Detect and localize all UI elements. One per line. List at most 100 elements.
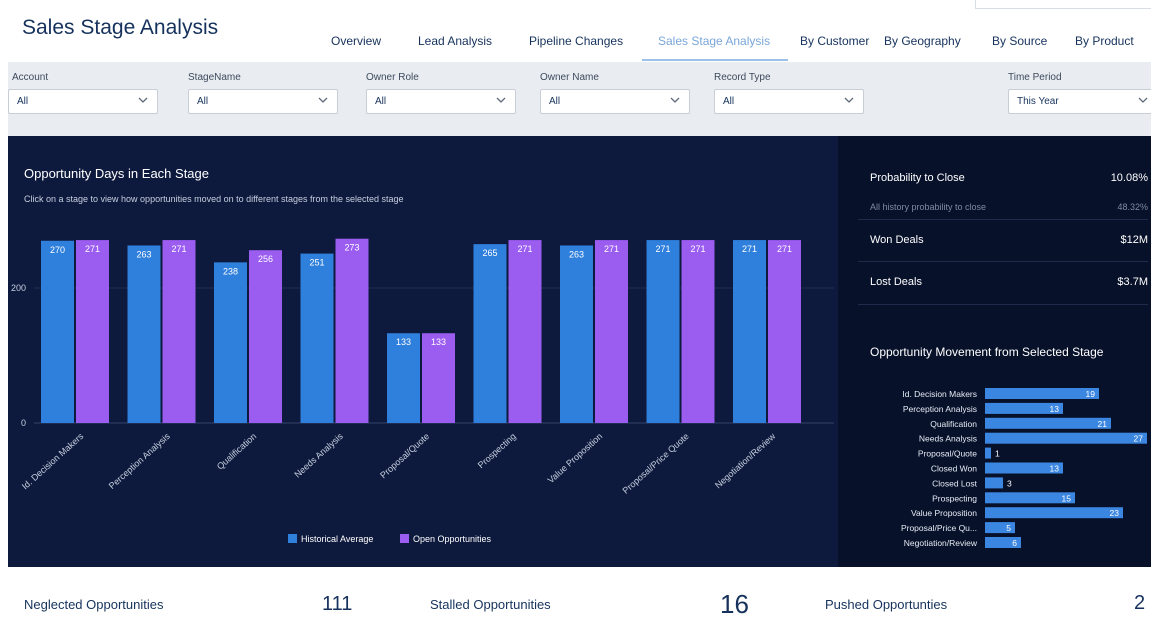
filter-value: This Year [1017,96,1059,107]
bar-historical-average[interactable] [41,240,74,423]
bar-historical-average[interactable] [733,240,766,423]
filter-label: Account [12,72,49,83]
legend-label: Historical Average [301,534,373,544]
movement-value: 6 [1012,538,1017,548]
tab-pipeline-changes[interactable]: Pipeline Changes [529,34,623,48]
y-tick-label: 200 [11,283,26,293]
filter-label: Owner Name [540,72,599,83]
chevron-down-icon [496,97,506,103]
bar-value-label: 271 [604,244,619,254]
dashboard: Sales Stage Analysis Overview Lead Analys… [0,0,1151,627]
movement-bar[interactable] [985,447,991,459]
bar-value-label: 271 [690,244,705,254]
movement-bar[interactable] [985,507,1123,519]
opportunity-days-chart: 0 200 270 271 Id. Decision Makers 263 271 Perce… [11,238,834,544]
bar-value-label: 238 [223,266,238,276]
bar-open-opportunities[interactable] [508,240,542,423]
chevron-down-icon [138,97,148,103]
movement-value: 15 [1062,493,1072,503]
filter-bar: Account All StageName All Owner Role All Owner… [8,62,1151,136]
legend-swatch [288,534,297,543]
movement-value: 3 [1007,478,1012,488]
filter-stagename: StageName All [188,70,338,114]
movement-value: 13 [1050,464,1060,474]
x-tick-label: Negotiation/Review [713,431,778,491]
filter-label: Owner Role [366,72,419,83]
chevron-down-icon [670,97,680,103]
bar-value-label: 271 [85,244,100,254]
tab-by-source[interactable]: By Source [992,34,1047,48]
filter-value: All [723,96,735,107]
tab-overview[interactable]: Overview [331,34,381,48]
filter-value: All [375,96,387,107]
filter-label: Record Type [714,72,771,83]
active-tab-indicator [642,59,788,61]
bar-value-label: 133 [396,337,411,347]
neglected-label: Neglected Opportunities [24,597,164,612]
x-tick-label: Proposal/Quote [378,431,431,480]
movement-label: Closed Lost [932,478,978,488]
legend-label: Open Opportunities [413,534,492,544]
tab-by-product[interactable]: By Product [1075,34,1134,48]
bar-open-opportunities[interactable] [162,240,196,423]
bar-open-opportunities[interactable] [335,238,369,423]
bar-open-opportunities[interactable] [249,250,282,423]
bar-historical-average[interactable] [473,244,507,423]
tab-by-customer[interactable]: By Customer [800,34,869,48]
tab-lead-analysis[interactable]: Lead Analysis [418,34,492,48]
opportunity-days-panel: Opportunity Days in Each Stage Click on … [8,136,838,567]
bar-historical-average[interactable] [646,240,680,423]
bar-historical-average[interactable] [214,262,247,423]
bar-open-opportunities[interactable] [76,240,109,423]
side-panel: Probability to Close 10.08% All history … [838,136,1151,567]
filter-select-owner-role[interactable]: All [366,89,516,114]
filter-select-owner-name[interactable]: All [540,89,690,114]
x-tick-label: Value Proposition [546,431,605,485]
filter-owner-name: Owner Name All [540,70,690,114]
filter-select-time-period[interactable]: This Year [1008,89,1151,114]
bar-value-label: 256 [258,254,273,264]
movement-label: Proposal/Price Qu... [901,523,977,533]
movement-label: Perception Analysis [903,404,977,414]
tab-sales-stage-analysis[interactable]: Sales Stage Analysis [658,34,770,48]
x-tick-label: Prospecting [476,431,518,470]
chevron-down-icon [318,97,328,103]
movement-bar[interactable] [985,417,1111,429]
bar-value-label: 263 [136,249,151,259]
filter-select-record-type[interactable]: All [714,89,864,114]
bar-historical-average[interactable] [127,245,161,423]
filter-value: All [197,96,209,107]
stalled-label: Stalled Opportunities [430,597,551,612]
bar-historical-average[interactable] [300,253,334,423]
movement-bar[interactable] [985,477,1003,489]
tab-by-geography[interactable]: By Geography [884,34,961,48]
filter-label: Time Period [1008,72,1062,83]
bar-open-opportunities[interactable] [595,240,628,423]
movement-bar[interactable] [985,432,1147,444]
bar-open-opportunities[interactable] [768,240,801,423]
x-tick-label: Qualification [215,431,259,472]
filter-select-stagename[interactable]: All [188,89,338,114]
movement-bar[interactable] [985,388,1099,399]
bar-historical-average[interactable] [560,245,593,423]
movement-value: 1 [995,449,1000,459]
filter-account: Account All [8,70,158,114]
x-tick-label: Needs Analysis [292,431,345,480]
bar-value-label: 271 [655,244,670,254]
filter-time-period: Time Period This Year [1008,70,1151,114]
movement-label: Needs Analysis [919,434,977,444]
bar-value-label: 271 [777,244,792,254]
movement-label: Id. Decision Makers [902,389,977,399]
filter-owner-role: Owner Role All [366,70,516,114]
filter-value: All [549,96,561,107]
bar-value-label: 271 [171,244,186,254]
movement-label: Closed Won [931,464,977,474]
chevron-down-icon [1138,97,1148,103]
movement-value: 23 [1110,508,1120,518]
legend-swatch [400,534,409,543]
bar-value-label: 271 [517,244,532,254]
filter-select-account[interactable]: All [8,89,158,114]
x-tick-label: Perception Analysis [107,431,172,491]
x-tick-label: Proposal/Price Quote [621,431,691,496]
bar-open-opportunities[interactable] [681,240,715,423]
